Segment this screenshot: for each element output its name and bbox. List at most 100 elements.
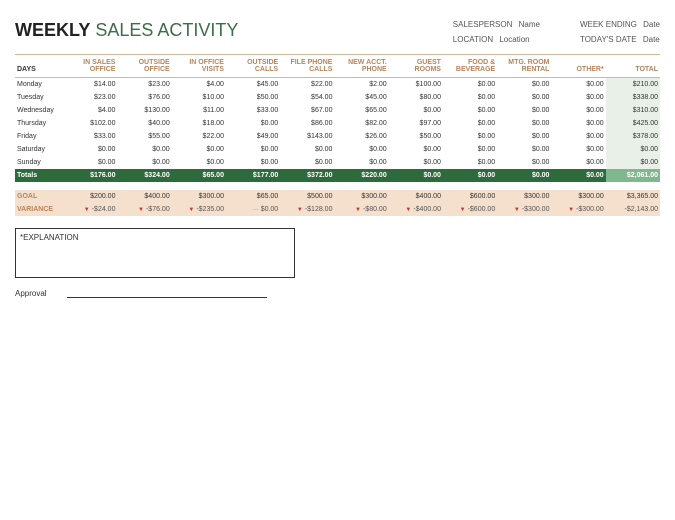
summary-cell[interactable]: -$600.00	[443, 203, 497, 216]
value-cell[interactable]: $0.00	[497, 130, 551, 143]
value-cell[interactable]: $0.00	[443, 117, 497, 130]
value-cell[interactable]: $0.00	[606, 156, 660, 169]
value-cell[interactable]: $0.00	[117, 156, 171, 169]
value-cell[interactable]: $0.00	[389, 143, 443, 156]
summary-cell[interactable]: $500.00	[280, 190, 334, 203]
summary-cell[interactable]: $0.00	[389, 169, 443, 182]
approval-line[interactable]	[67, 288, 267, 298]
value-cell[interactable]: $0.00	[172, 156, 226, 169]
value-cell[interactable]: $0.00	[551, 78, 605, 92]
value-cell[interactable]: $0.00	[551, 104, 605, 117]
value-cell[interactable]: $26.00	[334, 130, 388, 143]
value-cell[interactable]: $0.00	[226, 117, 280, 130]
value-cell[interactable]: $0.00	[117, 143, 171, 156]
value-cell[interactable]: $23.00	[63, 91, 117, 104]
value-cell[interactable]: $22.00	[172, 130, 226, 143]
value-cell[interactable]: $310.00	[606, 104, 660, 117]
day-cell[interactable]: Tuesday	[15, 91, 63, 104]
summary-cell[interactable]: $2,061.00	[606, 169, 660, 182]
value-cell[interactable]: $11.00	[172, 104, 226, 117]
value-cell[interactable]: $65.00	[334, 104, 388, 117]
summary-cell[interactable]: $3,365.00	[606, 190, 660, 203]
value-cell[interactable]: $338.00	[606, 91, 660, 104]
value-cell[interactable]: $97.00	[389, 117, 443, 130]
value-cell[interactable]: $82.00	[334, 117, 388, 130]
value-cell[interactable]: $86.00	[280, 117, 334, 130]
summary-cell[interactable]: -$300.00	[497, 203, 551, 216]
day-cell[interactable]: Friday	[15, 130, 63, 143]
summary-cell[interactable]: $0.00	[551, 169, 605, 182]
value-cell[interactable]: $0.00	[280, 156, 334, 169]
value-cell[interactable]: $54.00	[280, 91, 334, 104]
value-cell[interactable]: $0.00	[497, 91, 551, 104]
summary-cell[interactable]: $220.00	[334, 169, 388, 182]
value-cell[interactable]: $0.00	[497, 78, 551, 92]
summary-cell[interactable]: $0.00	[226, 203, 280, 216]
summary-cell[interactable]: $300.00	[551, 190, 605, 203]
value-cell[interactable]: $0.00	[551, 156, 605, 169]
value-cell[interactable]: $0.00	[172, 143, 226, 156]
value-cell[interactable]: $0.00	[443, 156, 497, 169]
value-cell[interactable]: $22.00	[280, 78, 334, 92]
summary-cell[interactable]: -$76.00	[117, 203, 171, 216]
day-cell[interactable]: Thursday	[15, 117, 63, 130]
value-cell[interactable]: $55.00	[117, 130, 171, 143]
value-cell[interactable]: $0.00	[443, 91, 497, 104]
value-cell[interactable]: $143.00	[280, 130, 334, 143]
summary-cell[interactable]: $0.00	[497, 169, 551, 182]
value-cell[interactable]: $210.00	[606, 78, 660, 92]
value-cell[interactable]: $4.00	[63, 104, 117, 117]
summary-cell[interactable]: $176.00	[63, 169, 117, 182]
value-cell[interactable]: $130.00	[117, 104, 171, 117]
day-cell[interactable]: Monday	[15, 78, 63, 92]
summary-cell[interactable]: $300.00	[172, 190, 226, 203]
value-cell[interactable]: $100.00	[389, 78, 443, 92]
value-cell[interactable]: $80.00	[389, 91, 443, 104]
summary-cell[interactable]: $0.00	[443, 169, 497, 182]
value-cell[interactable]: $0.00	[226, 156, 280, 169]
value-cell[interactable]: $33.00	[226, 104, 280, 117]
value-cell[interactable]: $50.00	[389, 130, 443, 143]
value-cell[interactable]: $378.00	[606, 130, 660, 143]
summary-cell[interactable]: -$235.00	[172, 203, 226, 216]
value-cell[interactable]: $102.00	[63, 117, 117, 130]
summary-cell[interactable]: $324.00	[117, 169, 171, 182]
value-cell[interactable]: $0.00	[334, 156, 388, 169]
value-cell[interactable]: $0.00	[226, 143, 280, 156]
summary-cell[interactable]: -$2,143.00	[606, 203, 660, 216]
value-cell[interactable]: $0.00	[443, 104, 497, 117]
value-cell[interactable]: $0.00	[389, 156, 443, 169]
value-cell[interactable]: $40.00	[117, 117, 171, 130]
summary-cell[interactable]: $600.00	[443, 190, 497, 203]
value-cell[interactable]: $0.00	[334, 143, 388, 156]
summary-cell[interactable]: -$300.00	[551, 203, 605, 216]
summary-cell[interactable]: $200.00	[63, 190, 117, 203]
summary-cell[interactable]: -$24.00	[63, 203, 117, 216]
summary-cell[interactable]: $65.00	[226, 190, 280, 203]
summary-cell[interactable]: $177.00	[226, 169, 280, 182]
value-cell[interactable]: $0.00	[606, 143, 660, 156]
day-cell[interactable]: Saturday	[15, 143, 63, 156]
value-cell[interactable]: $76.00	[117, 91, 171, 104]
summary-cell[interactable]: $65.00	[172, 169, 226, 182]
value-cell[interactable]: $425.00	[606, 117, 660, 130]
value-cell[interactable]: $0.00	[389, 104, 443, 117]
day-cell[interactable]: Sunday	[15, 156, 63, 169]
day-cell[interactable]: Wednesday	[15, 104, 63, 117]
value-cell[interactable]: $4.00	[172, 78, 226, 92]
value-cell[interactable]: $0.00	[551, 117, 605, 130]
summary-cell[interactable]: $400.00	[389, 190, 443, 203]
summary-cell[interactable]: -$128.00	[280, 203, 334, 216]
summary-cell[interactable]: $372.00	[280, 169, 334, 182]
value-cell[interactable]: $0.00	[443, 78, 497, 92]
value-cell[interactable]: $67.00	[280, 104, 334, 117]
value-cell[interactable]: $0.00	[551, 91, 605, 104]
value-cell[interactable]: $23.00	[117, 78, 171, 92]
value-cell[interactable]: $33.00	[63, 130, 117, 143]
summary-cell[interactable]: $300.00	[334, 190, 388, 203]
summary-cell[interactable]: -$400.00	[389, 203, 443, 216]
value-cell[interactable]: $0.00	[63, 156, 117, 169]
value-cell[interactable]: $45.00	[334, 91, 388, 104]
value-cell[interactable]: $45.00	[226, 78, 280, 92]
value-cell[interactable]: $18.00	[172, 117, 226, 130]
